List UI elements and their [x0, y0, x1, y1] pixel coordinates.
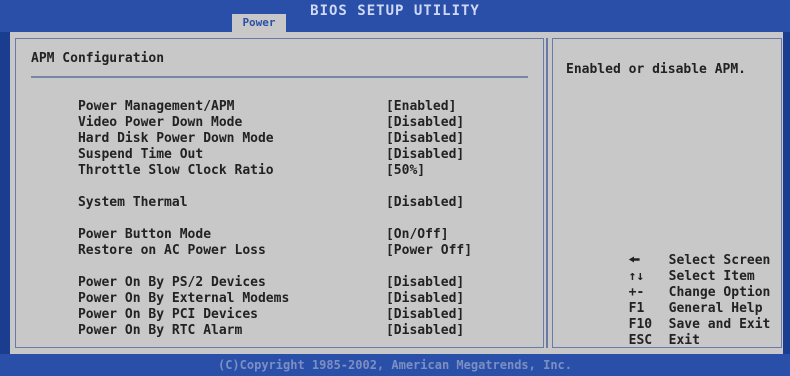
item-power-on-by-rtc-alarm[interactable]: Power On By RTC Alarm [Disabled] — [31, 307, 464, 338]
section-divider — [31, 76, 528, 78]
item-system-thermal[interactable]: System Thermal [Disabled] — [31, 179, 464, 210]
item-label: System Thermal — [77, 195, 188, 210]
item-power-on-by-pci-devices[interactable]: Power On By PCI Devices [Disabled] — [31, 291, 464, 322]
item-power-on-by-ps2-devices[interactable]: Power On By PS/2 Devices [Disabled] — [31, 259, 464, 290]
item-value[interactable]: [Disabled] — [386, 323, 464, 339]
item-label: Throttle Slow Clock Ratio — [77, 163, 274, 178]
item-power-management-apm[interactable]: Power Management/APM [Enabled] — [31, 83, 456, 114]
key-action: Change Option — [668, 285, 771, 300]
item-label: Restore on AC Power Loss — [77, 243, 266, 258]
tab-power[interactable]: Power — [232, 14, 286, 32]
item-video-power-down-mode[interactable]: Video Power Down Mode [Disabled] — [31, 99, 464, 130]
key-row-select-screen: 🠘 Select Screen — [566, 237, 771, 268]
arrow-left-right-icon: 🠘 — [628, 253, 641, 268]
item-power-on-by-external-modems[interactable]: Power On By External Modems [Disabled] — [31, 275, 464, 306]
item-label: Power On By RTC Alarm — [77, 323, 243, 338]
title-bar: BIOS SETUP UTILITY Power — [0, 0, 790, 32]
item-value[interactable]: [Power Off] — [386, 243, 472, 259]
item-value[interactable]: [Disabled] — [386, 195, 464, 211]
bios-title: BIOS SETUP UTILITY — [310, 3, 480, 19]
main-frame: APM Configuration Power Management/APM [E… — [10, 32, 783, 354]
item-suspend-time-out[interactable]: Suspend Time Out [Disabled] — [31, 131, 464, 162]
item-hard-disk-power-down-mode[interactable]: Hard Disk Power Down Mode [Disabled] — [31, 115, 464, 146]
key-action: Select Screen — [668, 253, 771, 268]
help-text: Enabled or disable APM. — [566, 62, 747, 77]
key-f10: F10 — [628, 317, 653, 332]
key-action: General Help — [668, 301, 763, 316]
item-power-button-mode[interactable]: Power Button Mode [On/Off] — [31, 211, 449, 242]
key-esc: ESC — [628, 333, 653, 348]
key-action: Save and Exit — [668, 317, 771, 332]
arrow-up-down-icon: ↑↓ — [628, 269, 645, 284]
help-panel: Enabled or disable APM. 🠘 Select Screen ↑… — [552, 38, 782, 348]
key-action: Exit — [668, 333, 700, 348]
key-legend: 🠘 Select Screen ↑↓ Select Item +- Change Op… — [566, 237, 771, 348]
key-plus-minus: +- — [628, 285, 645, 300]
key-action: Select Item — [668, 269, 755, 284]
settings-panel: APM Configuration Power Management/APM [E… — [15, 38, 544, 348]
item-restore-on-ac-power-loss[interactable]: Restore on AC Power Loss [Power Off] — [31, 227, 472, 258]
panel-divider — [546, 38, 548, 348]
item-throttle-slow-clock-ratio[interactable]: Throttle Slow Clock Ratio [50%] — [31, 147, 425, 178]
section-title: APM Configuration — [31, 51, 165, 66]
item-value[interactable]: [50%] — [386, 163, 425, 179]
copyright-footer: (C)Copyright 1985-2002, American Megatre… — [0, 354, 790, 376]
key-f1: F1 — [628, 301, 645, 316]
